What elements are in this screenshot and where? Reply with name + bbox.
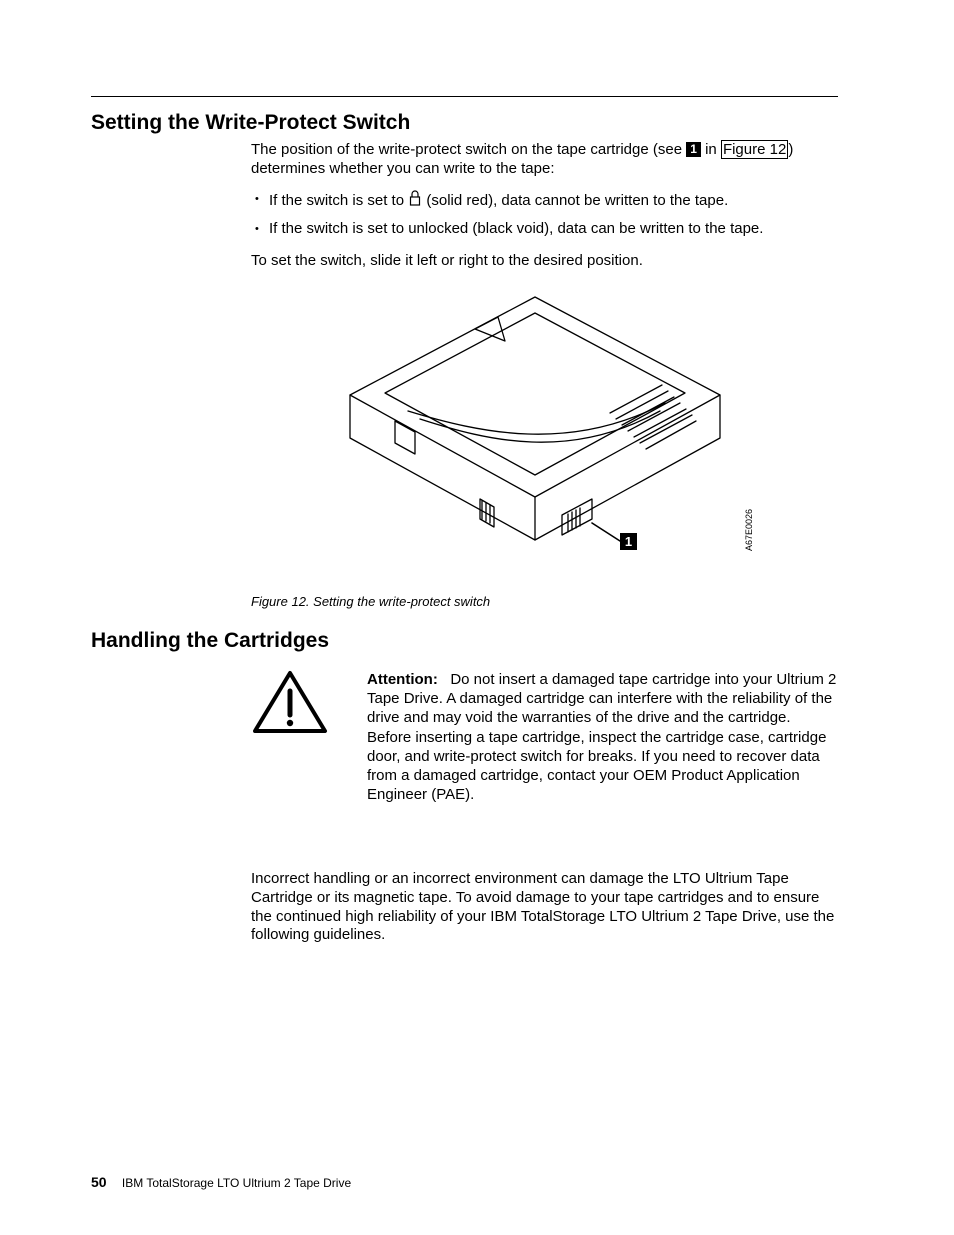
caution-icon <box>251 669 329 742</box>
callout-1-inline: 1 <box>686 142 701 157</box>
attention-paragraph: Attention: Do not insert a damaged tape … <box>367 670 838 804</box>
text: (solid red), data cannot be written to t… <box>426 192 728 209</box>
para-handling-guidelines: Incorrect handling or an incorrect envir… <box>251 870 838 945</box>
section-rule <box>91 96 838 97</box>
heading-write-protect: Setting the Write-Protect Switch <box>91 111 410 135</box>
page: Setting the Write-Protect Switch The pos… <box>0 0 954 1235</box>
text: If the switch is set to unlocked (black … <box>269 220 763 237</box>
bullet-list: If the switch is set to (solid red), dat… <box>251 190 838 245</box>
attention-label: Attention: <box>367 671 438 688</box>
text: in <box>705 141 721 158</box>
figure-12-drawing: 1 A67E0026 <box>310 283 760 579</box>
figure-12-caption: Figure 12. Setting the write-protect swi… <box>251 594 490 609</box>
figure-callout-1: 1 <box>625 534 632 549</box>
footer-title: IBM TotalStorage LTO Ultrium 2 Tape Driv… <box>122 1176 351 1190</box>
lock-icon <box>408 190 422 214</box>
page-number: 50 <box>91 1174 107 1190</box>
text: If the switch is set to <box>269 192 408 209</box>
para-set-switch: To set the switch, slide it left or righ… <box>251 252 838 271</box>
bullet-item: If the switch is set to (solid red), dat… <box>251 190 838 214</box>
bullet-item: If the switch is set to unlocked (black … <box>251 220 838 239</box>
para-write-protect-intro: The position of the write-protect switch… <box>251 141 838 179</box>
attention-body: Do not insert a damaged tape cartridge i… <box>367 671 836 803</box>
figure-id-label: A67E0026 <box>744 509 754 551</box>
heading-handling-cartridges: Handling the Cartridges <box>91 629 329 653</box>
text: The position of the write-protect switch… <box>251 141 686 158</box>
link-figure-12[interactable]: Figure 12 <box>721 140 788 159</box>
page-footer: 50 IBM TotalStorage LTO Ultrium 2 Tape D… <box>91 1174 351 1190</box>
